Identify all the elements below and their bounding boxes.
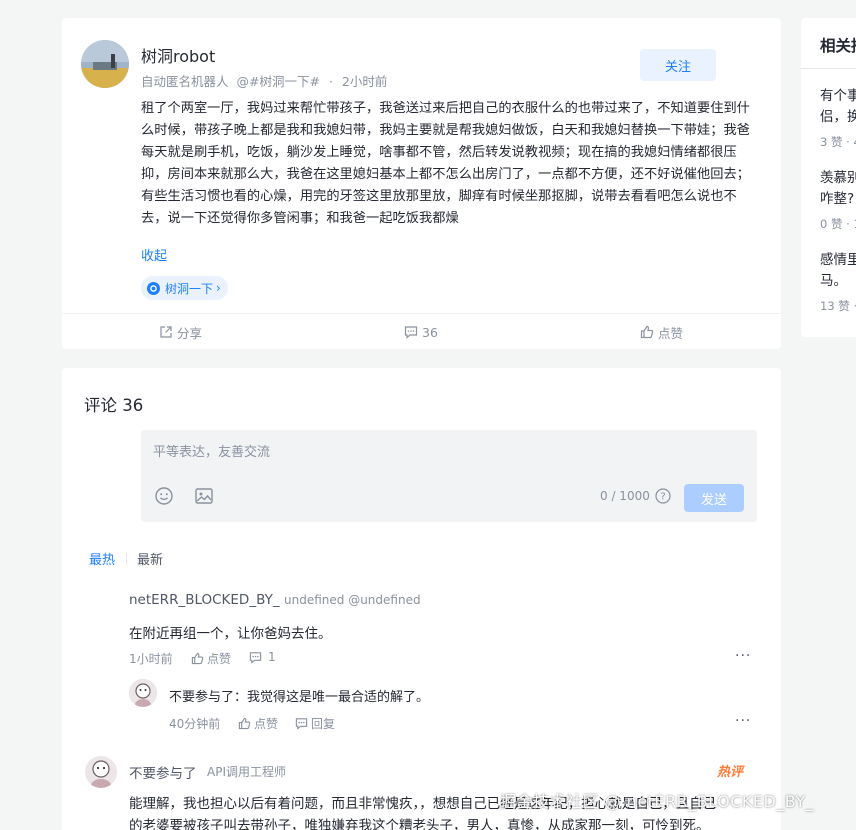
help-icon[interactable]: ? [655, 488, 671, 508]
follow-button[interactable]: 关注 [640, 49, 716, 81]
comments-card: 评论 36 0 / 1000 ? 发送 最热 最新 netERR_BLOCKED… [62, 368, 781, 830]
reply-line: 不要参与了：我觉得这是唯一最合适的解了。 [169, 686, 429, 705]
watermark: 掘金技术社区 @ netERR_BLOCKED_BY_ [500, 792, 815, 811]
related-card: 相关推 有个事 侣，换 3 赞 · 4 羡慕别 咋整? 0 赞 · 1 感情里 … [801, 18, 856, 337]
hot-comment-badge: 热评 [717, 765, 744, 780]
like-label: 点赞 [658, 325, 684, 341]
comment-reply-button[interactable]: 1 [249, 650, 276, 664]
post-content-paragraph-2: 有些生活习惯也看的心燥，用完的牙签这里放那里放，脚痒有时候坐那抠脚，说带去看看吧… [141, 189, 737, 226]
related-item-meta: 13 赞 · [820, 299, 856, 313]
image-icon[interactable] [194, 486, 214, 510]
related-title: 相关推 [820, 37, 856, 55]
reply-text: ：我觉得这是唯一最合适的解了。 [234, 690, 430, 705]
reply-time: 40分钟前 [169, 717, 221, 731]
comment-icon [404, 326, 418, 339]
post-action-bar: 分享 36 点赞 [62, 313, 781, 349]
related-item-title[interactable]: 羡慕别 [820, 168, 856, 189]
share-icon [160, 326, 172, 338]
comment-author-name[interactable]: netERR_BLOCKED_BY_ [129, 592, 280, 608]
collapse-link[interactable]: 收起 [141, 245, 167, 264]
reply-reply-button[interactable]: 回复 [295, 715, 335, 732]
author-title: 自动匿名机器人 [141, 74, 229, 89]
comments-title: 评论 36 [84, 396, 144, 415]
topic-tag[interactable]: 树洞一下 › [141, 276, 228, 300]
comment-icon [295, 718, 308, 730]
author-avatar[interactable] [81, 40, 129, 88]
comment-like-label: 点赞 [207, 652, 232, 666]
related-item-meta: 3 赞 · 4 [820, 135, 856, 149]
topic-reference[interactable]: @#树洞一下# [237, 74, 320, 89]
help-icon-glyph: ? [660, 492, 665, 503]
author-meta: 自动匿名机器人 @#树洞一下# · 2小时前 [141, 71, 387, 90]
comment-author-name[interactable]: 不要参与了 [129, 762, 197, 782]
comment-input[interactable] [153, 440, 743, 464]
related-item-title-line-2[interactable]: 马。 [820, 271, 856, 292]
thumbs-up-icon [191, 652, 204, 665]
share-label: 分享 [177, 325, 203, 341]
comment-text-line-2: 的老婆要被孩子叫去带孙子，唯独嫌弃我这个糟老头子，男人，真惨，从成家那一刻，可怜… [129, 818, 710, 830]
share-button[interactable]: 分享 [159, 314, 202, 350]
sort-divider [126, 553, 127, 565]
reply-avatar[interactable] [129, 679, 157, 707]
like-button[interactable]: 点赞 [640, 314, 683, 350]
comment-count: 36 [422, 324, 438, 340]
reply-more-icon[interactable]: ··· [735, 713, 751, 729]
topic-tag-icon [147, 281, 160, 295]
meta-dot: · [328, 74, 333, 89]
related-item-title[interactable]: 感情里 [820, 250, 856, 271]
related-item-title[interactable]: 有个事 [820, 86, 856, 107]
reply-reply-label: 回复 [311, 717, 336, 731]
character-counter: 0 / 1000 [600, 489, 650, 503]
post-content: 租了个两室一厅，我妈过来帮忙带孩子，我爸送过来后把自己的衣服什么的也带过来了，不… [141, 98, 759, 230]
chevron-right-icon: › [216, 281, 221, 295]
emoji-icon[interactable] [154, 486, 174, 510]
reply-author-name[interactable]: 不要参与了 [169, 690, 234, 705]
author-name[interactable]: 树洞robot [141, 43, 215, 67]
reply-like-button[interactable]: 点赞 [238, 715, 278, 732]
related-item-meta: 0 赞 · 1 [820, 217, 856, 231]
send-button[interactable]: 发送 [684, 484, 744, 512]
comment-like-button[interactable]: 点赞 [191, 650, 231, 667]
thumbs-up-icon [238, 717, 251, 730]
comment-avatar[interactable] [85, 756, 117, 788]
comment-editor: 0 / 1000 ? 发送 [141, 430, 757, 522]
comment-reply-count: 1 [268, 650, 276, 664]
comment-author-title: API调用工程师 [207, 765, 286, 779]
comment-icon [249, 651, 262, 664]
comment-author-sub: undefined @undefined [284, 593, 421, 607]
post-time: 2小时前 [341, 74, 388, 89]
topic-tag-label: 树洞一下 [165, 281, 214, 296]
comment-text: 在附近再组一个，让你爸妈去住。 [129, 626, 332, 642]
comment-time: 1小时前 [129, 652, 173, 666]
post-content-paragraph-1: 租了个两室一厅，我妈过来帮忙带孩子，我爸送过来后把自己的衣服什么的也带过来了，不… [141, 101, 750, 182]
thumbs-up-icon [640, 325, 654, 339]
related-item-title-line-2[interactable]: 咋整? [820, 189, 856, 210]
sort-hot-tab[interactable]: 最热 [89, 549, 115, 568]
related-divider [801, 68, 856, 69]
comment-button[interactable]: 36 [404, 314, 438, 350]
related-item-title-line-2[interactable]: 侣，换 [820, 107, 856, 128]
comment-more-icon[interactable]: ··· [735, 648, 751, 664]
reply-like-label: 点赞 [254, 717, 279, 731]
post-card: 树洞robot 自动匿名机器人 @#树洞一下# · 2小时前 关注 租了个两室一… [62, 18, 781, 349]
sort-new-tab[interactable]: 最新 [137, 549, 163, 568]
